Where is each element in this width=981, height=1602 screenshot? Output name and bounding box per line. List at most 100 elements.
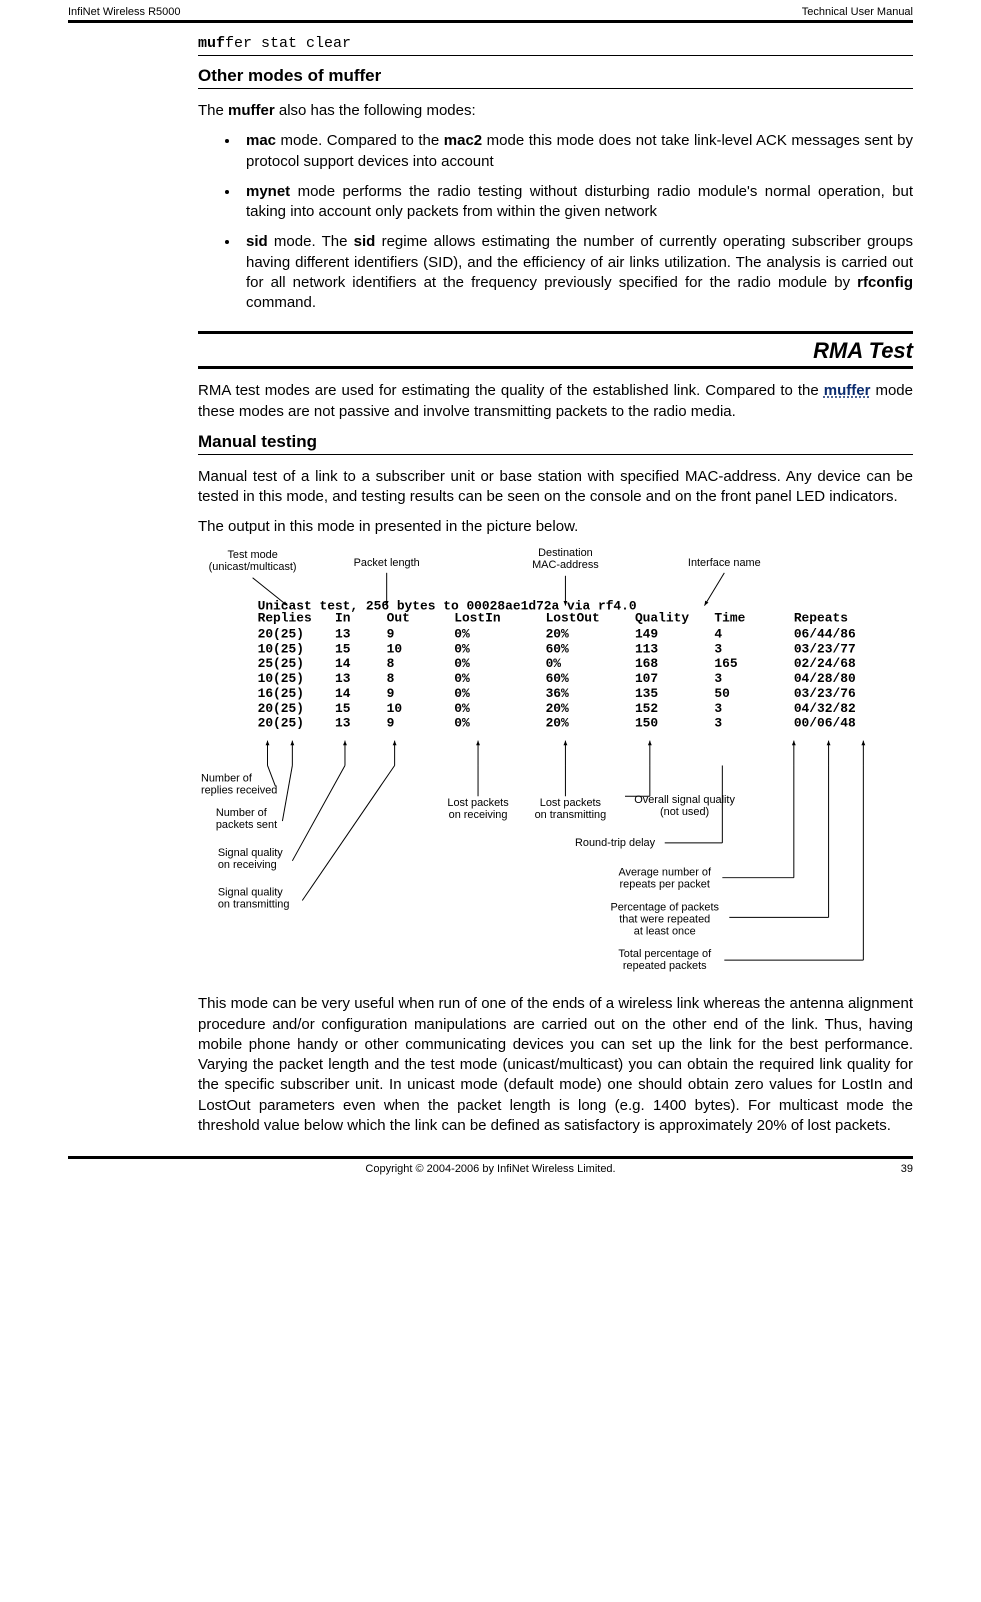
- svg-text:20(25): 20(25): [258, 626, 304, 641]
- section-rma-test: RMA Test: [198, 331, 913, 369]
- svg-text:15: 15: [335, 641, 351, 656]
- svg-text:Lost packetson receiving: Lost packetson receiving: [447, 797, 509, 821]
- manual-p1: Manual test of a link to a subscriber un…: [198, 467, 913, 508]
- svg-text:113: 113: [635, 641, 658, 656]
- svg-text:Total percentage ofrepeated pa: Total percentage ofrepeated packets: [618, 948, 712, 972]
- svg-text:0%: 0%: [454, 641, 470, 656]
- header-right: Technical User Manual: [802, 6, 913, 18]
- svg-text:152: 152: [635, 700, 658, 715]
- page-footer: Copyright © 2004-2006 by InfiNet Wireles…: [68, 1159, 913, 1185]
- last-paragraph: This mode can be very useful when run of…: [198, 994, 913, 1136]
- output-figure: Test mode(unicast/multicast) Packet lengt…: [198, 548, 913, 985]
- svg-text:Signal qualityon transmitting: Signal qualityon transmitting: [218, 886, 290, 910]
- list-item: mac mode. Compared to the mac2 mode this…: [240, 131, 913, 172]
- svg-text:04/32/82: 04/32/82: [794, 700, 856, 715]
- svg-text:8: 8: [387, 656, 395, 671]
- svg-text:10(25): 10(25): [258, 641, 304, 656]
- link-muffer[interactable]: muffer: [824, 382, 871, 399]
- svg-text:Average number ofrepeats per p: Average number ofrepeats per packet: [618, 866, 712, 890]
- list-item: mynet mode performs the radio testing wi…: [240, 182, 913, 223]
- svg-text:Number ofpackets sent: Number ofpackets sent: [216, 807, 277, 831]
- footer-copyright: Copyright © 2004-2006 by InfiNet Wireles…: [108, 1163, 873, 1175]
- svg-text:Repeats: Repeats: [794, 610, 848, 625]
- section-manual-testing: Manual testing: [198, 432, 913, 455]
- svg-text:0%: 0%: [546, 656, 562, 671]
- page-header: InfiNet Wireless R5000 Technical User Ma…: [68, 0, 913, 23]
- svg-text:3: 3: [714, 700, 722, 715]
- svg-text:04/28/80: 04/28/80: [794, 671, 856, 686]
- svg-text:9: 9: [387, 626, 395, 641]
- svg-text:10: 10: [387, 641, 402, 656]
- svg-text:3: 3: [714, 715, 722, 730]
- command-example: muffer stat clear: [198, 35, 913, 56]
- svg-text:20%: 20%: [546, 715, 569, 730]
- svg-text:60%: 60%: [546, 641, 569, 656]
- svg-text:Percentage of packetsthat were: Percentage of packetsthat were repeateda…: [610, 901, 719, 937]
- svg-text:Replies: Replies: [258, 610, 312, 625]
- svg-text:20(25): 20(25): [258, 715, 304, 730]
- svg-text:Out: Out: [387, 610, 410, 625]
- svg-text:150: 150: [635, 715, 658, 730]
- svg-text:149: 149: [635, 626, 658, 641]
- svg-text:8: 8: [387, 671, 395, 686]
- svg-text:107: 107: [635, 671, 658, 686]
- svg-text:0%: 0%: [454, 626, 470, 641]
- svg-text:13: 13: [335, 671, 351, 686]
- svg-text:Test mode(unicast/multicast): Test mode(unicast/multicast): [209, 548, 297, 572]
- figure-svg: Test mode(unicast/multicast) Packet lengt…: [198, 548, 913, 985]
- svg-text:DestinationMAC-address: DestinationMAC-address: [532, 548, 599, 571]
- svg-text:60%: 60%: [546, 671, 569, 686]
- svg-text:14: 14: [335, 656, 351, 671]
- svg-text:In: In: [335, 610, 350, 625]
- svg-text:9: 9: [387, 715, 395, 730]
- svg-text:3: 3: [714, 671, 722, 686]
- svg-text:165: 165: [714, 656, 737, 671]
- svg-text:Quality: Quality: [635, 610, 689, 625]
- svg-text:0%: 0%: [454, 685, 470, 700]
- svg-text:13: 13: [335, 626, 351, 641]
- header-left: InfiNet Wireless R5000: [68, 6, 181, 18]
- main-content: muffer stat clear Other modes of muffer …: [68, 35, 913, 1136]
- svg-text:25(25): 25(25): [258, 656, 304, 671]
- svg-text:4: 4: [714, 626, 722, 641]
- svg-text:20(25): 20(25): [258, 700, 304, 715]
- svg-text:0%: 0%: [454, 656, 470, 671]
- svg-text:03/23/76: 03/23/76: [794, 685, 856, 700]
- svg-text:0%: 0%: [454, 715, 470, 730]
- svg-text:06/44/86: 06/44/86: [794, 626, 856, 641]
- svg-text:14: 14: [335, 685, 351, 700]
- svg-text:Lost packetson transmitting: Lost packetson transmitting: [535, 797, 607, 821]
- svg-text:16(25): 16(25): [258, 685, 304, 700]
- svg-text:3: 3: [714, 641, 722, 656]
- svg-text:03/23/77: 03/23/77: [794, 641, 856, 656]
- svg-text:20%: 20%: [546, 626, 569, 641]
- svg-text:Signal qualityon receiving: Signal qualityon receiving: [218, 846, 283, 870]
- svg-text:Overall signal quality(not use: Overall signal quality(not used): [634, 794, 735, 818]
- svg-text:13: 13: [335, 715, 351, 730]
- svg-text:36%: 36%: [546, 685, 569, 700]
- svg-text:Interface name: Interface name: [688, 556, 761, 568]
- section-other-modes: Other modes of muffer: [198, 66, 913, 89]
- svg-text:15: 15: [335, 700, 351, 715]
- list-item: sid mode. The sid regime allows estimati…: [240, 232, 913, 313]
- svg-text:Round-trip delay: Round-trip delay: [575, 836, 656, 848]
- svg-text:Packet length: Packet length: [354, 556, 420, 568]
- svg-text:168: 168: [635, 656, 658, 671]
- rma-paragraph: RMA test modes are used for estimating t…: [198, 381, 913, 422]
- svg-text:10(25): 10(25): [258, 671, 304, 686]
- manual-p2: The output in this mode in presented in …: [198, 517, 913, 537]
- intro-paragraph: The muffer also has the following modes:: [198, 101, 913, 121]
- svg-text:0%: 0%: [454, 671, 470, 686]
- modes-list: mac mode. Compared to the mac2 mode this…: [198, 131, 913, 313]
- svg-text:Time: Time: [714, 610, 745, 625]
- svg-text:02/24/68: 02/24/68: [794, 656, 856, 671]
- svg-text:0%: 0%: [454, 700, 470, 715]
- footer-page-number: 39: [873, 1163, 913, 1175]
- svg-text:LostIn: LostIn: [454, 610, 500, 625]
- svg-text:LostOut: LostOut: [546, 610, 600, 625]
- svg-text:20%: 20%: [546, 700, 569, 715]
- svg-text:10: 10: [387, 700, 402, 715]
- svg-text:Number ofreplies received: Number ofreplies received: [201, 772, 277, 796]
- svg-text:135: 135: [635, 685, 658, 700]
- svg-text:00/06/48: 00/06/48: [794, 715, 856, 730]
